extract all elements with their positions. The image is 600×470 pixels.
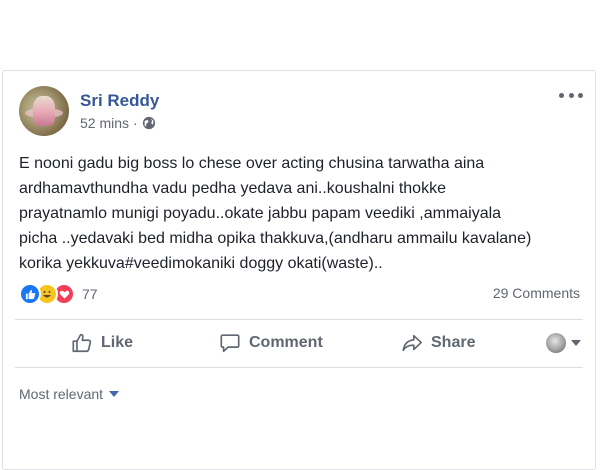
chevron-down-icon — [109, 391, 120, 397]
globe-icon[interactable] — [142, 116, 156, 130]
author-avatar[interactable] — [19, 86, 69, 136]
like-label: Like — [101, 334, 134, 351]
comment-label: Comment — [249, 334, 323, 351]
post-meta: 52 mins · — [80, 115, 156, 131]
more-options-icon[interactable] — [559, 89, 583, 101]
react-as-selector[interactable] — [546, 333, 581, 353]
divider — [15, 319, 583, 320]
comment-button[interactable]: Comment — [219, 332, 323, 354]
comment-sort-label: Most relevant — [19, 386, 104, 402]
like-reaction-icon — [19, 283, 41, 305]
reaction-count[interactable]: 77 — [82, 286, 98, 302]
chevron-down-icon — [571, 340, 581, 346]
action-bar: Like Comment Share — [15, 325, 583, 361]
post-timestamp[interactable]: 52 mins — [80, 115, 129, 131]
post-text-line: E nooni gadu big boss lo chese over acti… — [19, 155, 485, 172]
divider — [15, 367, 583, 368]
post-text-line: prayatnamlo munigi poyadu..okate jabbu p… — [19, 205, 502, 222]
meta-separator: · — [133, 115, 138, 131]
post-text-line: korika yekkuva#veedimokaniki doggy okati… — [19, 255, 383, 272]
post-text-line: picha ..yedavaki bed midha opika thakkuv… — [19, 230, 532, 247]
author-name[interactable]: Sri Reddy — [80, 91, 159, 111]
like-button[interactable]: Like — [71, 332, 133, 354]
post-card: Sri Reddy 52 mins · E nooni gadu big bos… — [2, 70, 596, 470]
thumbs-up-icon — [72, 333, 92, 353]
comment-icon — [220, 334, 240, 353]
post-text-line: ardhamavthundha vadu pedha yedava ani..k… — [19, 180, 446, 197]
share-button[interactable]: Share — [401, 332, 475, 354]
reactions-summary[interactable]: 77 — [19, 283, 98, 305]
comments-count[interactable]: 29 Comments — [493, 285, 580, 301]
share-label: Share — [431, 334, 476, 351]
share-icon — [402, 334, 422, 352]
post-text: E nooni gadu big boss lo chese over acti… — [19, 151, 587, 276]
comment-sort-dropdown[interactable]: Most relevant — [19, 386, 120, 402]
user-avatar — [546, 333, 566, 353]
